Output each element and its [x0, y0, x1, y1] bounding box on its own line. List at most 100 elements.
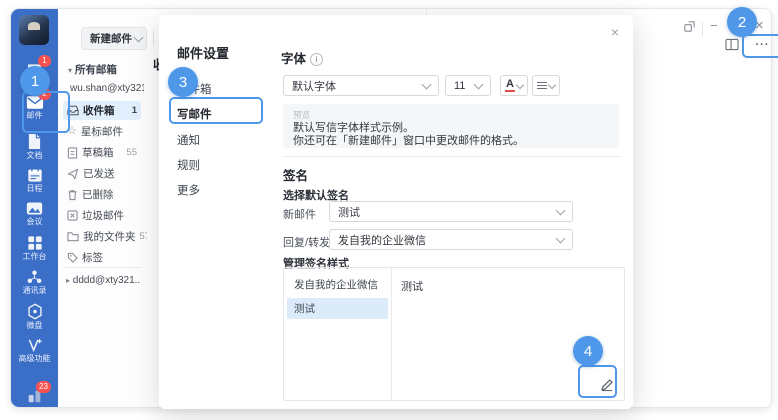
drive-icon [27, 303, 43, 320]
account-row-1[interactable]: wu.shan@xty321.... [70, 83, 144, 94]
annotation-step-1: 1 [20, 66, 50, 96]
folder-row-inbox[interactable]: 收件箱 1 [63, 101, 141, 120]
settings-nav-more[interactable]: 更多 [177, 182, 200, 198]
folder-count: 1 [132, 105, 137, 116]
rail-item-label: 邮件 [11, 111, 58, 121]
signature-list: 发自我的企业微信 测试 [284, 268, 392, 400]
rail-item-label: 微盘 [11, 321, 58, 331]
rail-item-contacts[interactable]: 通讯录 [11, 269, 58, 296]
sent-icon [67, 168, 79, 180]
trash-icon [67, 189, 78, 201]
preview-line-2: 你还可在「新建邮件」窗口中更改邮件的格式。 [293, 132, 524, 148]
sparkle-icon [26, 337, 43, 353]
annotation-step-4: 4 [573, 336, 603, 366]
rail-item-label: 高级功能 [11, 354, 58, 364]
folder-row-drafts[interactable]: 草稿箱 55 [63, 143, 141, 162]
settings-nav-notifications[interactable]: 通知 [177, 132, 200, 148]
folder-row-sent[interactable]: 已发送 [63, 164, 141, 183]
folder-label: 草稿箱 [82, 145, 114, 160]
reply-forward-signature-select[interactable]: 发自我的企业微信 [329, 229, 573, 250]
font-color-button[interactable]: A [500, 75, 528, 96]
settings-nav-compose[interactable]: 写邮件 [177, 106, 212, 122]
rail-item-advanced[interactable]: 高级功能 [11, 337, 58, 364]
font-heading: 字体i [281, 48, 323, 67]
reply-forward-label: 回复/转发 [283, 234, 330, 250]
popout-icon[interactable] [683, 20, 696, 38]
chevron-down-icon [474, 79, 484, 89]
edit-signature-button[interactable] [595, 375, 619, 395]
pencil-icon [600, 378, 614, 392]
signature-item[interactable]: 发自我的企业微信 [287, 274, 388, 295]
list-format-button[interactable] [532, 75, 560, 96]
rail-item-label: 工作台 [11, 252, 58, 262]
rail-item-meeting[interactable]: 会议 [11, 201, 58, 227]
chevron-down-icon [134, 32, 144, 42]
settings-nav-rules[interactable]: 规则 [177, 157, 200, 173]
folder-row-deleted[interactable]: 已删除 [63, 185, 141, 204]
annotation-step-3: 3 [168, 67, 198, 97]
folder-label: 已删除 [82, 187, 114, 202]
rail-item-label: 文档 [11, 151, 58, 161]
rail-item-workbench[interactable]: 工作台 [11, 235, 58, 262]
list-icon [537, 82, 547, 90]
folder-label: 星标邮件 [81, 124, 123, 139]
font-size-select[interactable]: 11 [445, 75, 491, 96]
folder-label: 收件箱 [83, 103, 115, 118]
rail-item-docs[interactable]: 文档 [11, 133, 58, 161]
modal-close-icon[interactable]: × [611, 25, 619, 39]
rail-item-drive[interactable]: 微盘 [11, 303, 58, 331]
modal-title: 邮件设置 [177, 43, 229, 62]
chevron-down-icon [422, 79, 432, 89]
account-row-2[interactable]: ▸ dddd@xty321.... [66, 275, 140, 286]
doc-icon [27, 133, 42, 150]
folder-row-myfolders[interactable]: 我的文件夹 572 [63, 227, 141, 246]
stats-badge: 23 [36, 381, 51, 393]
folder-label: 标签 [82, 250, 103, 265]
avatar[interactable] [19, 15, 49, 45]
signature-preview-text: 测试 [401, 278, 423, 294]
font-preview-box: 预览 默认写信字体样式示例。 你还可在「新建邮件」窗口中更改邮件的格式。 [283, 104, 619, 148]
folder-row-starred[interactable]: ☆ 星标邮件 [63, 122, 141, 141]
info-icon: i [310, 53, 323, 66]
folder-label: 垃圾邮件 [82, 208, 124, 223]
chevron-down-icon [556, 205, 566, 215]
signature-heading: 签名 [283, 165, 308, 184]
signature-item-selected[interactable]: 测试 [287, 298, 388, 319]
font-family-select[interactable]: 默认字体 [283, 75, 439, 96]
new-mail-label: 新邮件 [283, 206, 316, 222]
minimize-button[interactable]: − [710, 19, 718, 33]
new-mail-signature-select[interactable]: 测试 [329, 201, 573, 222]
screenshot-root: 1 邮件 2 文档 日程 会议 工作台 [0, 0, 778, 420]
folder-row-tags[interactable]: 标签 [63, 248, 141, 267]
chat-unread-badge: 1 [38, 55, 51, 67]
app-window: 1 邮件 2 文档 日程 会议 工作台 [10, 8, 772, 408]
mail-settings-modal: × 邮件设置 收件箱 写邮件 通知 规则 更多 字体i 默认字体 11 A 预览 [159, 15, 633, 409]
folder-row-junk[interactable]: 垃圾邮件 [63, 206, 141, 225]
folder-group-all[interactable]: ▾ 所有邮箱 [68, 62, 117, 77]
divider [283, 156, 621, 157]
star-icon: ☆ [67, 126, 77, 137]
chevron-down-icon [516, 80, 524, 88]
rail-item-label: 通讯录 [11, 286, 58, 296]
calendar-icon [27, 167, 43, 183]
titlebar-separator [702, 22, 703, 36]
rail-item-mail[interactable]: 邮件 2 [11, 95, 58, 121]
meeting-icon [26, 201, 43, 216]
rail-item-calendar[interactable]: 日程 [11, 167, 58, 194]
folder-label: 我的文件夹 [83, 229, 136, 244]
caret-right-icon: ▸ [66, 276, 70, 285]
chevron-down-icon [556, 233, 566, 243]
folder-label: 已发送 [83, 166, 115, 181]
draft-icon [67, 147, 78, 159]
more-options-button[interactable]: ··· [744, 37, 778, 52]
junk-icon [67, 210, 78, 221]
rail-item-stats[interactable]: 23 [11, 387, 58, 404]
workbench-icon [27, 235, 43, 251]
rail-item-label: 会议 [11, 217, 58, 227]
compose-button[interactable]: 新建邮件 [81, 27, 147, 50]
inbox-icon [67, 105, 79, 116]
reading-pane-icon[interactable] [725, 38, 739, 56]
toolbar-separator [153, 31, 154, 45]
tag-icon [67, 252, 78, 263]
rail-item-label: 日程 [11, 184, 58, 194]
